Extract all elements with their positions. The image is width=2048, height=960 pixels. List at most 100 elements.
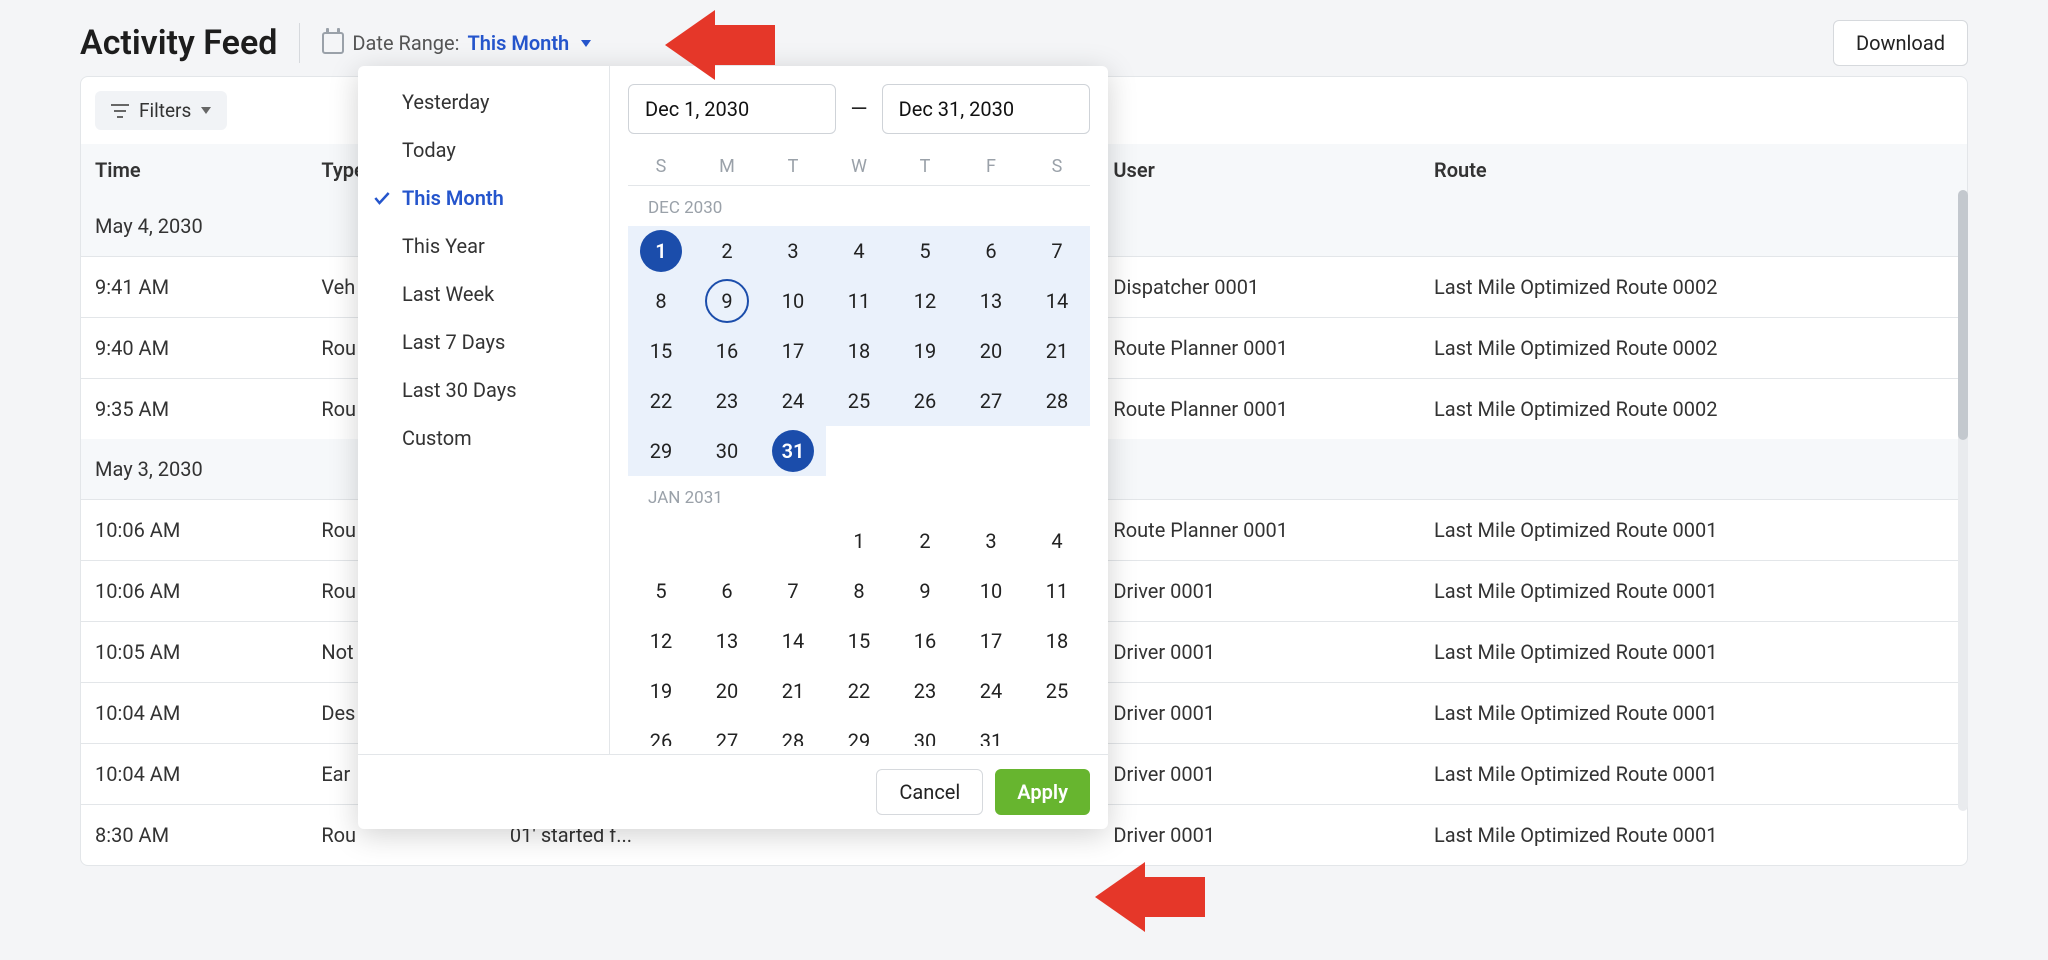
calendar-day[interactable]: 10 (958, 566, 1024, 616)
calendar-day[interactable]: 12 (892, 276, 958, 326)
column-header: Route (1420, 144, 1967, 196)
calendar-day[interactable]: 16 (694, 326, 760, 376)
cell-user: Driver 0001 (1099, 561, 1420, 622)
calendar-day[interactable]: 25 (826, 376, 892, 426)
calendar-day[interactable]: 11 (826, 276, 892, 326)
calendar-day[interactable]: 7 (1024, 226, 1090, 276)
calendar-day[interactable]: 14 (760, 616, 826, 666)
preset-option[interactable]: This Month (358, 174, 609, 222)
calendar-day[interactable]: 3 (958, 516, 1024, 566)
calendar-day[interactable]: 26 (892, 376, 958, 426)
calendar-day[interactable]: 15 (628, 326, 694, 376)
callout-arrow-apply (1095, 862, 1205, 932)
calendar-day[interactable]: 8 (826, 566, 892, 616)
calendar-day[interactable]: 5 (892, 226, 958, 276)
filters-label: Filters (139, 99, 191, 122)
calendar-day[interactable]: 11 (1024, 566, 1090, 616)
calendar-day[interactable]: 16 (892, 616, 958, 666)
calendar-day[interactable]: 23 (694, 376, 760, 426)
scrollbar-thumb[interactable] (1958, 190, 1968, 440)
calendar-day[interactable]: 6 (694, 566, 760, 616)
calendar-day[interactable]: 12 (628, 616, 694, 666)
preset-list: YesterdayTodayThis MonthThis YearLast We… (358, 66, 610, 754)
cell-time: 10:05 AM (81, 622, 307, 683)
calendar-day[interactable]: 24 (958, 666, 1024, 716)
calendar-day[interactable]: 28 (760, 716, 826, 746)
date-range-value: This Month (467, 31, 569, 55)
scrollbar[interactable] (1958, 190, 1968, 811)
preset-option[interactable]: This Year (358, 222, 609, 270)
calendar-day[interactable]: 19 (628, 666, 694, 716)
calendar-day[interactable]: 27 (958, 376, 1024, 426)
calendar-day[interactable]: 23 (892, 666, 958, 716)
cancel-button[interactable]: Cancel (876, 769, 983, 815)
cell-route: Last Mile Optimized Route 0001 (1420, 500, 1967, 561)
apply-button[interactable]: Apply (995, 769, 1090, 815)
calendar-day[interactable]: 6 (958, 226, 1024, 276)
calendar-day[interactable]: 31 (958, 716, 1024, 746)
calendar-day[interactable]: 30 (892, 716, 958, 746)
calendar-day[interactable]: 29 (826, 716, 892, 746)
calendar-day[interactable]: 17 (958, 616, 1024, 666)
calendar-day[interactable]: 24 (760, 376, 826, 426)
cell-user: Driver 0001 (1099, 744, 1420, 805)
calendar-day[interactable]: 9 (694, 276, 760, 326)
calendar-day[interactable]: 26 (628, 716, 694, 746)
calendar-day[interactable]: 17 (760, 326, 826, 376)
cell-time: 9:35 AM (81, 379, 307, 440)
calendar-day[interactable]: 2 (892, 516, 958, 566)
cell-user: Dispatcher 0001 (1099, 257, 1420, 318)
calendar-day[interactable]: 20 (958, 326, 1024, 376)
calendar-day[interactable]: 3 (760, 226, 826, 276)
calendar-day[interactable]: 18 (826, 326, 892, 376)
cell-time: 10:06 AM (81, 500, 307, 561)
date-range-label: Date Range: (352, 31, 459, 55)
calendar-day[interactable]: 1 (628, 226, 694, 276)
calendar-day[interactable]: 28 (1024, 376, 1090, 426)
calendar-day[interactable]: 21 (760, 666, 826, 716)
calendar-day[interactable]: 14 (1024, 276, 1090, 326)
calendar-day[interactable]: 18 (1024, 616, 1090, 666)
calendar-day[interactable]: 5 (628, 566, 694, 616)
cell-route: Last Mile Optimized Route 0002 (1420, 257, 1967, 318)
end-date-input[interactable]: Dec 31, 2030 (882, 84, 1090, 134)
date-range-trigger[interactable]: Date Range: This Month (322, 31, 591, 55)
calendar-day[interactable]: 1 (826, 516, 892, 566)
cell-route: Last Mile Optimized Route 0002 (1420, 379, 1967, 440)
calendar-day[interactable]: 27 (694, 716, 760, 746)
calendar-day[interactable]: 22 (826, 666, 892, 716)
calendar-day[interactable]: 15 (826, 616, 892, 666)
preset-option[interactable]: Custom (358, 414, 609, 462)
calendar-day[interactable]: 4 (1024, 516, 1090, 566)
calendar-day[interactable]: 29 (628, 426, 694, 476)
calendar-day[interactable]: 7 (760, 566, 826, 616)
calendar-day[interactable]: 31 (760, 426, 826, 476)
preset-option[interactable]: Last 7 Days (358, 318, 609, 366)
start-date-input[interactable]: Dec 1, 2030 (628, 84, 836, 134)
calendar-day[interactable]: 13 (958, 276, 1024, 326)
calendar-day[interactable]: 8 (628, 276, 694, 326)
calendar-day[interactable]: 22 (628, 376, 694, 426)
calendar-day[interactable]: 20 (694, 666, 760, 716)
calendar-day[interactable]: 10 (760, 276, 826, 326)
calendar-day[interactable]: 25 (1024, 666, 1090, 716)
cell-route: Last Mile Optimized Route 0002 (1420, 318, 1967, 379)
calendar-day[interactable]: 30 (694, 426, 760, 476)
preset-option[interactable]: Last Week (358, 270, 609, 318)
preset-option[interactable]: Yesterday (358, 78, 609, 126)
calendar-day[interactable]: 4 (826, 226, 892, 276)
check-icon (372, 188, 392, 208)
preset-option[interactable]: Last 30 Days (358, 366, 609, 414)
cell-route: Last Mile Optimized Route 0001 (1420, 561, 1967, 622)
column-header: User (1099, 144, 1420, 196)
cell-time: 10:04 AM (81, 683, 307, 744)
download-button[interactable]: Download (1833, 20, 1968, 66)
preset-option[interactable]: Today (358, 126, 609, 174)
calendar-day[interactable]: 2 (694, 226, 760, 276)
calendar-day[interactable]: 19 (892, 326, 958, 376)
filters-button[interactable]: Filters (95, 91, 227, 130)
calendar-day[interactable]: 13 (694, 616, 760, 666)
calendar-day[interactable]: 21 (1024, 326, 1090, 376)
calendar-day[interactable]: 9 (892, 566, 958, 616)
cell-user: Route Planner 0001 (1099, 379, 1420, 440)
